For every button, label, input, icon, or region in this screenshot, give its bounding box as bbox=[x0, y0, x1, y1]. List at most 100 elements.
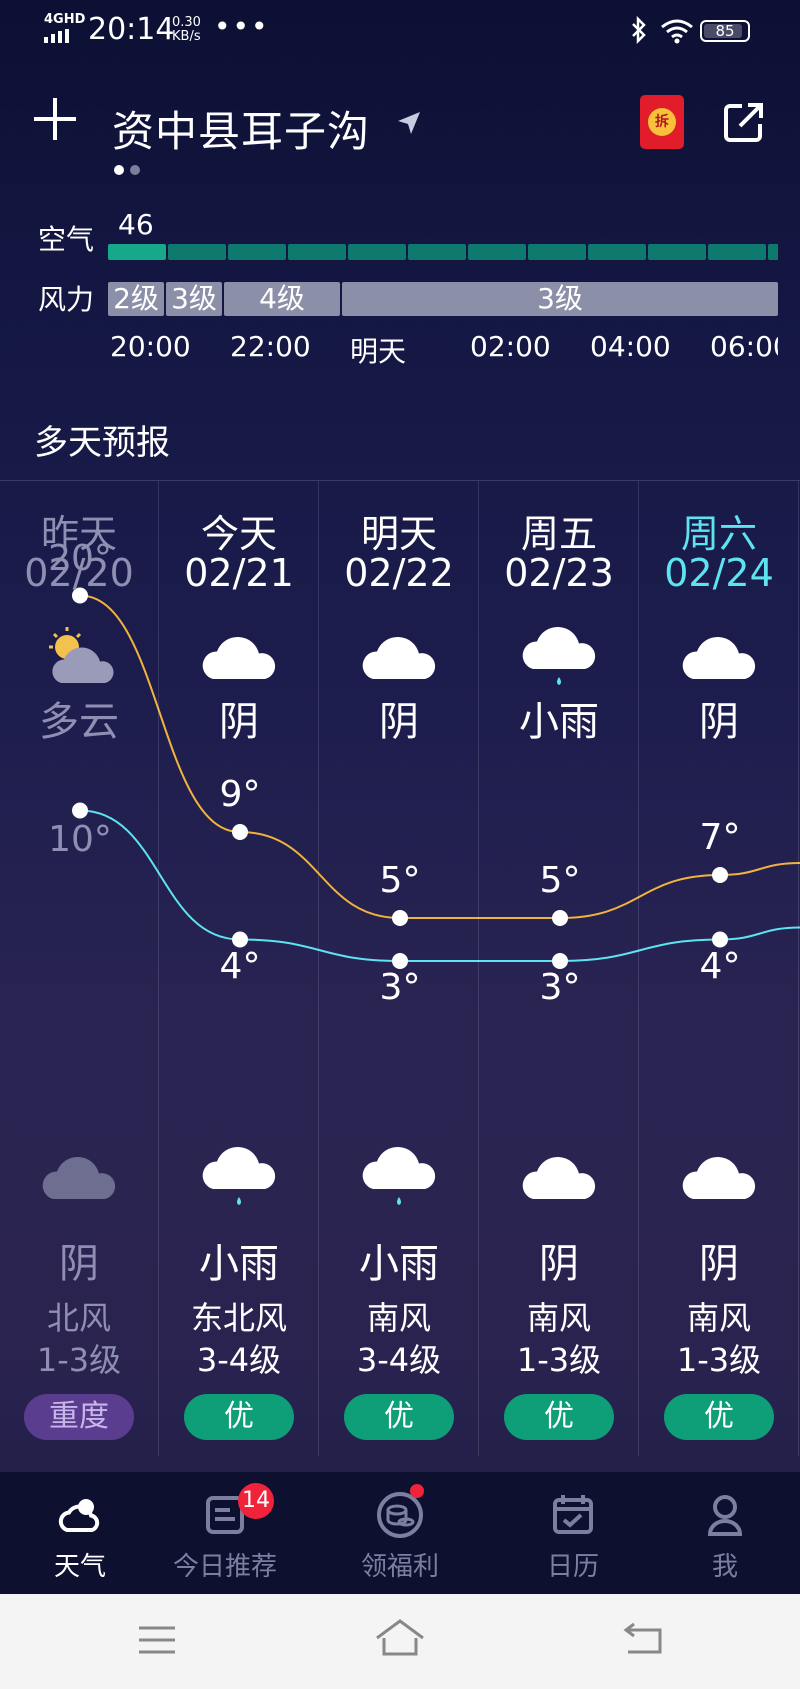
hour-label: 02:00 bbox=[470, 330, 551, 363]
low-temp-label: 4° bbox=[219, 945, 261, 987]
nav-recommend[interactable]: 今日推荐 bbox=[145, 1472, 305, 1594]
more-notifications-icon: ••• bbox=[214, 10, 270, 43]
notification-dot bbox=[410, 1484, 424, 1498]
menu-icon[interactable] bbox=[137, 1622, 177, 1658]
nav-label: 今日推荐 bbox=[172, 1552, 277, 1582]
nav-label: 领福利 bbox=[360, 1552, 439, 1582]
wind-level-bar: 2级 3级 4级 3级 bbox=[108, 282, 778, 316]
weather-nav-icon bbox=[58, 1499, 100, 1532]
wifi-icon bbox=[660, 18, 694, 48]
daily-forecast[interactable]: 昨天 02/20 多云阴北风 1-3级 重度 今天 02/21 阴小雨 东北风 3-4级优明天 02… bbox=[0, 481, 800, 1456]
day-name: 明天 bbox=[360, 512, 437, 556]
high-temp-label: 20° bbox=[48, 537, 112, 579]
low-temp-label: 4° bbox=[699, 945, 741, 987]
day-name: 周六 bbox=[680, 512, 757, 556]
night-weather: 小雨 bbox=[359, 1241, 439, 1287]
day-date: 02/23 bbox=[504, 551, 614, 595]
network-speed: 0.30 KB/s bbox=[172, 16, 201, 44]
wind-segment: 3级 bbox=[166, 282, 222, 316]
wind-segment: 4级 bbox=[224, 282, 340, 316]
city-name[interactable]: 资中县耳子沟 bbox=[112, 98, 370, 159]
wind-direction: 北风 bbox=[46, 1299, 111, 1337]
air-quality-badge: 优 bbox=[504, 1394, 614, 1440]
pager-dot bbox=[130, 165, 140, 175]
high-temp-label: 5° bbox=[539, 860, 581, 901]
wind-level: 1-3级 bbox=[36, 1341, 122, 1379]
low-temp-label: 3° bbox=[379, 967, 421, 1008]
air-quality-badge: 重度 bbox=[24, 1394, 134, 1440]
air-quality-bar bbox=[108, 244, 778, 260]
bluetooth-icon bbox=[630, 15, 648, 48]
forecast-section-title: 多天预报 bbox=[34, 423, 170, 463]
hour-label: 20:00 bbox=[110, 330, 191, 363]
hourly-times: 20:00 22:00 明天 02:00 04:00 06:00 bbox=[108, 330, 778, 370]
hour-label: 明天 bbox=[350, 335, 407, 368]
night-weather: 阴 bbox=[539, 1241, 579, 1287]
red-packet-icon: 拆 bbox=[648, 108, 676, 136]
nav-me[interactable]: 我 bbox=[645, 1472, 800, 1594]
network-indicator: 4GHD bbox=[44, 12, 86, 27]
notification-badge: 14 bbox=[238, 1483, 274, 1519]
speed-value: 0.30 bbox=[172, 15, 201, 30]
cloud-icon bbox=[39, 1141, 119, 1211]
day-weather: 阴 bbox=[379, 699, 419, 745]
status-bar: 4GHD 20:14 0.30 KB/s ••• 85 bbox=[0, 0, 800, 62]
night-weather: 小雨 bbox=[199, 1241, 279, 1287]
back-icon[interactable] bbox=[622, 1620, 666, 1656]
day-date: 02/22 bbox=[344, 551, 454, 595]
day-column[interactable]: 昨天 02/20 多云阴北风 1-3级 重度 bbox=[0, 481, 159, 1456]
hour-label: 04:00 bbox=[590, 330, 671, 363]
nav-weather[interactable]: 天气 bbox=[0, 1472, 160, 1594]
cloud-icon bbox=[679, 1141, 759, 1211]
speed-unit: KB/s bbox=[172, 29, 201, 44]
light-rain-icon bbox=[359, 1141, 439, 1211]
cloud-icon bbox=[359, 621, 439, 691]
cloud-icon bbox=[679, 621, 759, 691]
pager-dot-active bbox=[114, 165, 124, 175]
light-rain-icon bbox=[199, 1141, 279, 1211]
signal-icon bbox=[44, 28, 74, 47]
wind-level: 3-4级 bbox=[356, 1341, 442, 1379]
share-button[interactable] bbox=[722, 100, 766, 148]
location-arrow-icon bbox=[396, 110, 422, 140]
air-quality-badge: 优 bbox=[664, 1394, 774, 1440]
wind-segment: 3级 bbox=[342, 282, 778, 316]
share-icon bbox=[724, 103, 763, 142]
red-packet-button[interactable]: 拆 bbox=[640, 95, 684, 149]
city-pager bbox=[114, 160, 146, 179]
day-weather: 小雨 bbox=[519, 699, 599, 745]
low-temp-label: 10° bbox=[48, 818, 112, 860]
cloud-icon bbox=[199, 621, 279, 691]
calendar-nav-icon bbox=[553, 1495, 593, 1534]
light-rain-icon bbox=[519, 621, 599, 691]
day-weather: 阴 bbox=[699, 699, 739, 745]
night-weather: 阴 bbox=[59, 1241, 99, 1287]
high-temp-label: 5° bbox=[379, 860, 421, 901]
wind-direction: 南风 bbox=[526, 1299, 591, 1337]
nav-label: 我 bbox=[711, 1552, 738, 1582]
home-icon[interactable] bbox=[374, 1618, 426, 1658]
low-temp-label: 3° bbox=[539, 967, 581, 1008]
air-value: 46 bbox=[118, 208, 154, 241]
wind-level: 3-4级 bbox=[196, 1341, 282, 1379]
cloud-icon bbox=[519, 1141, 599, 1211]
wind-level: 1-3级 bbox=[676, 1341, 762, 1379]
battery-icon: 85 bbox=[700, 20, 750, 42]
day-weather: 阴 bbox=[219, 699, 259, 745]
add-city-button[interactable] bbox=[34, 98, 76, 140]
high-temp-label: 9° bbox=[219, 774, 261, 815]
nav-calendar[interactable]: 日历 bbox=[493, 1472, 653, 1594]
hour-label: 22:00 bbox=[230, 330, 311, 363]
nav-benefits[interactable]: 领福利 bbox=[320, 1472, 480, 1594]
hour-label: 06:00 bbox=[710, 330, 778, 363]
nav-label: 日历 bbox=[546, 1552, 599, 1582]
wind-segment: 2级 bbox=[108, 282, 164, 316]
wind-level: 1-3级 bbox=[516, 1341, 602, 1379]
air-quality-badge: 优 bbox=[184, 1394, 294, 1440]
high-temp-label: 7° bbox=[699, 817, 741, 858]
profile-nav-icon bbox=[707, 1495, 743, 1536]
nav-label: 天气 bbox=[53, 1552, 106, 1582]
day-name: 周五 bbox=[520, 512, 597, 556]
night-weather: 阴 bbox=[699, 1241, 739, 1287]
status-time: 20:14 bbox=[88, 12, 175, 47]
